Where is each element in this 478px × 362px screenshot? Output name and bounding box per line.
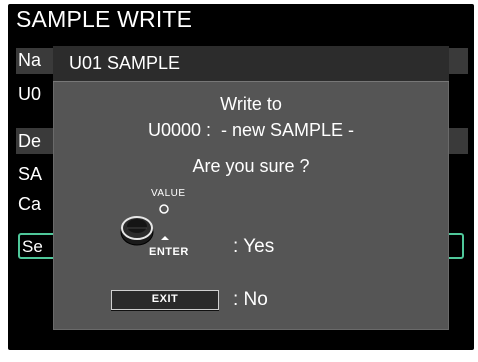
dialog-header: U01 SAMPLE (53, 46, 449, 82)
confirm-question: Are you sure ? (192, 156, 310, 176)
background-selected-label: Se (22, 237, 43, 256)
dialog-title: U01 SAMPLE (69, 53, 181, 73)
yes-option-label: : Yes (233, 236, 275, 257)
enter-arrow-icon (161, 236, 169, 240)
background-row-label: U0 (18, 84, 42, 104)
indicator-led-icon (159, 204, 169, 214)
write-confirm-dialog: U01 SAMPLE Write to U0000 : - new SAMPLE… (53, 46, 449, 330)
write-target: U0000 : - new SAMPLE - (147, 120, 355, 140)
enter-label: ENTER (149, 246, 189, 258)
background-row-label: De (18, 131, 42, 151)
background-row-label: Na (18, 50, 42, 70)
device-screen: SAMPLE WRITE Na U0 De SA Ca Se g U01 SAM… (8, 4, 474, 350)
value-knob-control[interactable]: VALUE ENTER (119, 188, 209, 264)
no-option-label: : No (233, 289, 268, 310)
exit-button-label: EXIT (151, 293, 179, 305)
background-row-label: SA (18, 164, 43, 184)
screen-title: SAMPLE WRITE (16, 6, 193, 32)
background-row-label: Ca (18, 194, 42, 214)
exit-button[interactable]: EXIT (111, 290, 219, 310)
write-to-label: Write to (220, 94, 282, 114)
